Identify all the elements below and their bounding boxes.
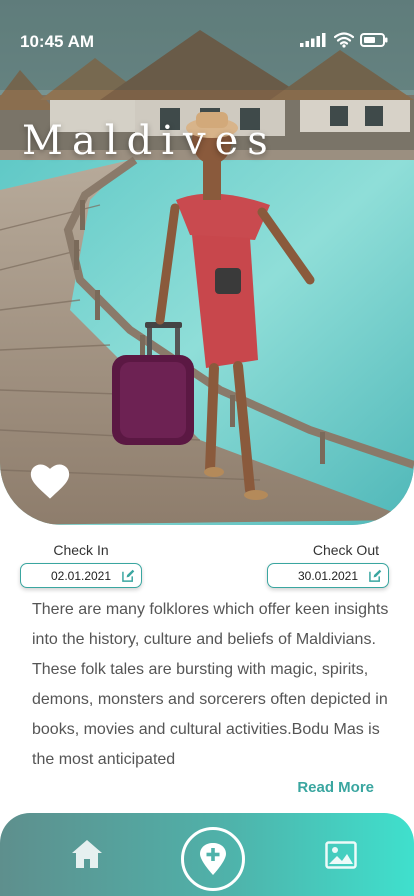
check-in-field[interactable]: 02.01.2021 [20, 563, 142, 588]
check-out-section: Check Out 30.01.2021 [267, 540, 389, 588]
battery-icon [360, 33, 388, 47]
status-bar: 10:45 AM [0, 0, 414, 84]
wifi-icon [334, 32, 354, 48]
edit-icon[interactable] [369, 569, 382, 582]
image-icon[interactable] [325, 841, 357, 869]
description-text: There are many folklores which offer kee… [32, 601, 389, 768]
place-title: Maldives [22, 118, 277, 164]
status-icons [300, 32, 388, 48]
check-out-date: 30.01.2021 [297, 568, 359, 583]
check-out-field[interactable]: 30.01.2021 [267, 563, 389, 588]
check-in-date: 02.01.2021 [50, 568, 112, 583]
check-out-label: Check Out [312, 542, 379, 558]
check-in-section: Check In 02.01.2021 [20, 540, 142, 588]
edit-icon[interactable] [122, 569, 135, 582]
home-icon[interactable] [71, 839, 103, 869]
heart-icon[interactable] [30, 462, 70, 502]
add-location-button[interactable] [181, 827, 245, 891]
status-time: 10:45 AM [20, 32, 95, 51]
bottom-nav [0, 813, 414, 896]
hero-image: 10:45 AM Maldives [0, 0, 414, 525]
add-location-icon [200, 843, 226, 875]
signal-icon [300, 33, 326, 47]
read-more-link[interactable]: Read More [297, 779, 374, 796]
check-in-label: Check In [53, 542, 109, 558]
